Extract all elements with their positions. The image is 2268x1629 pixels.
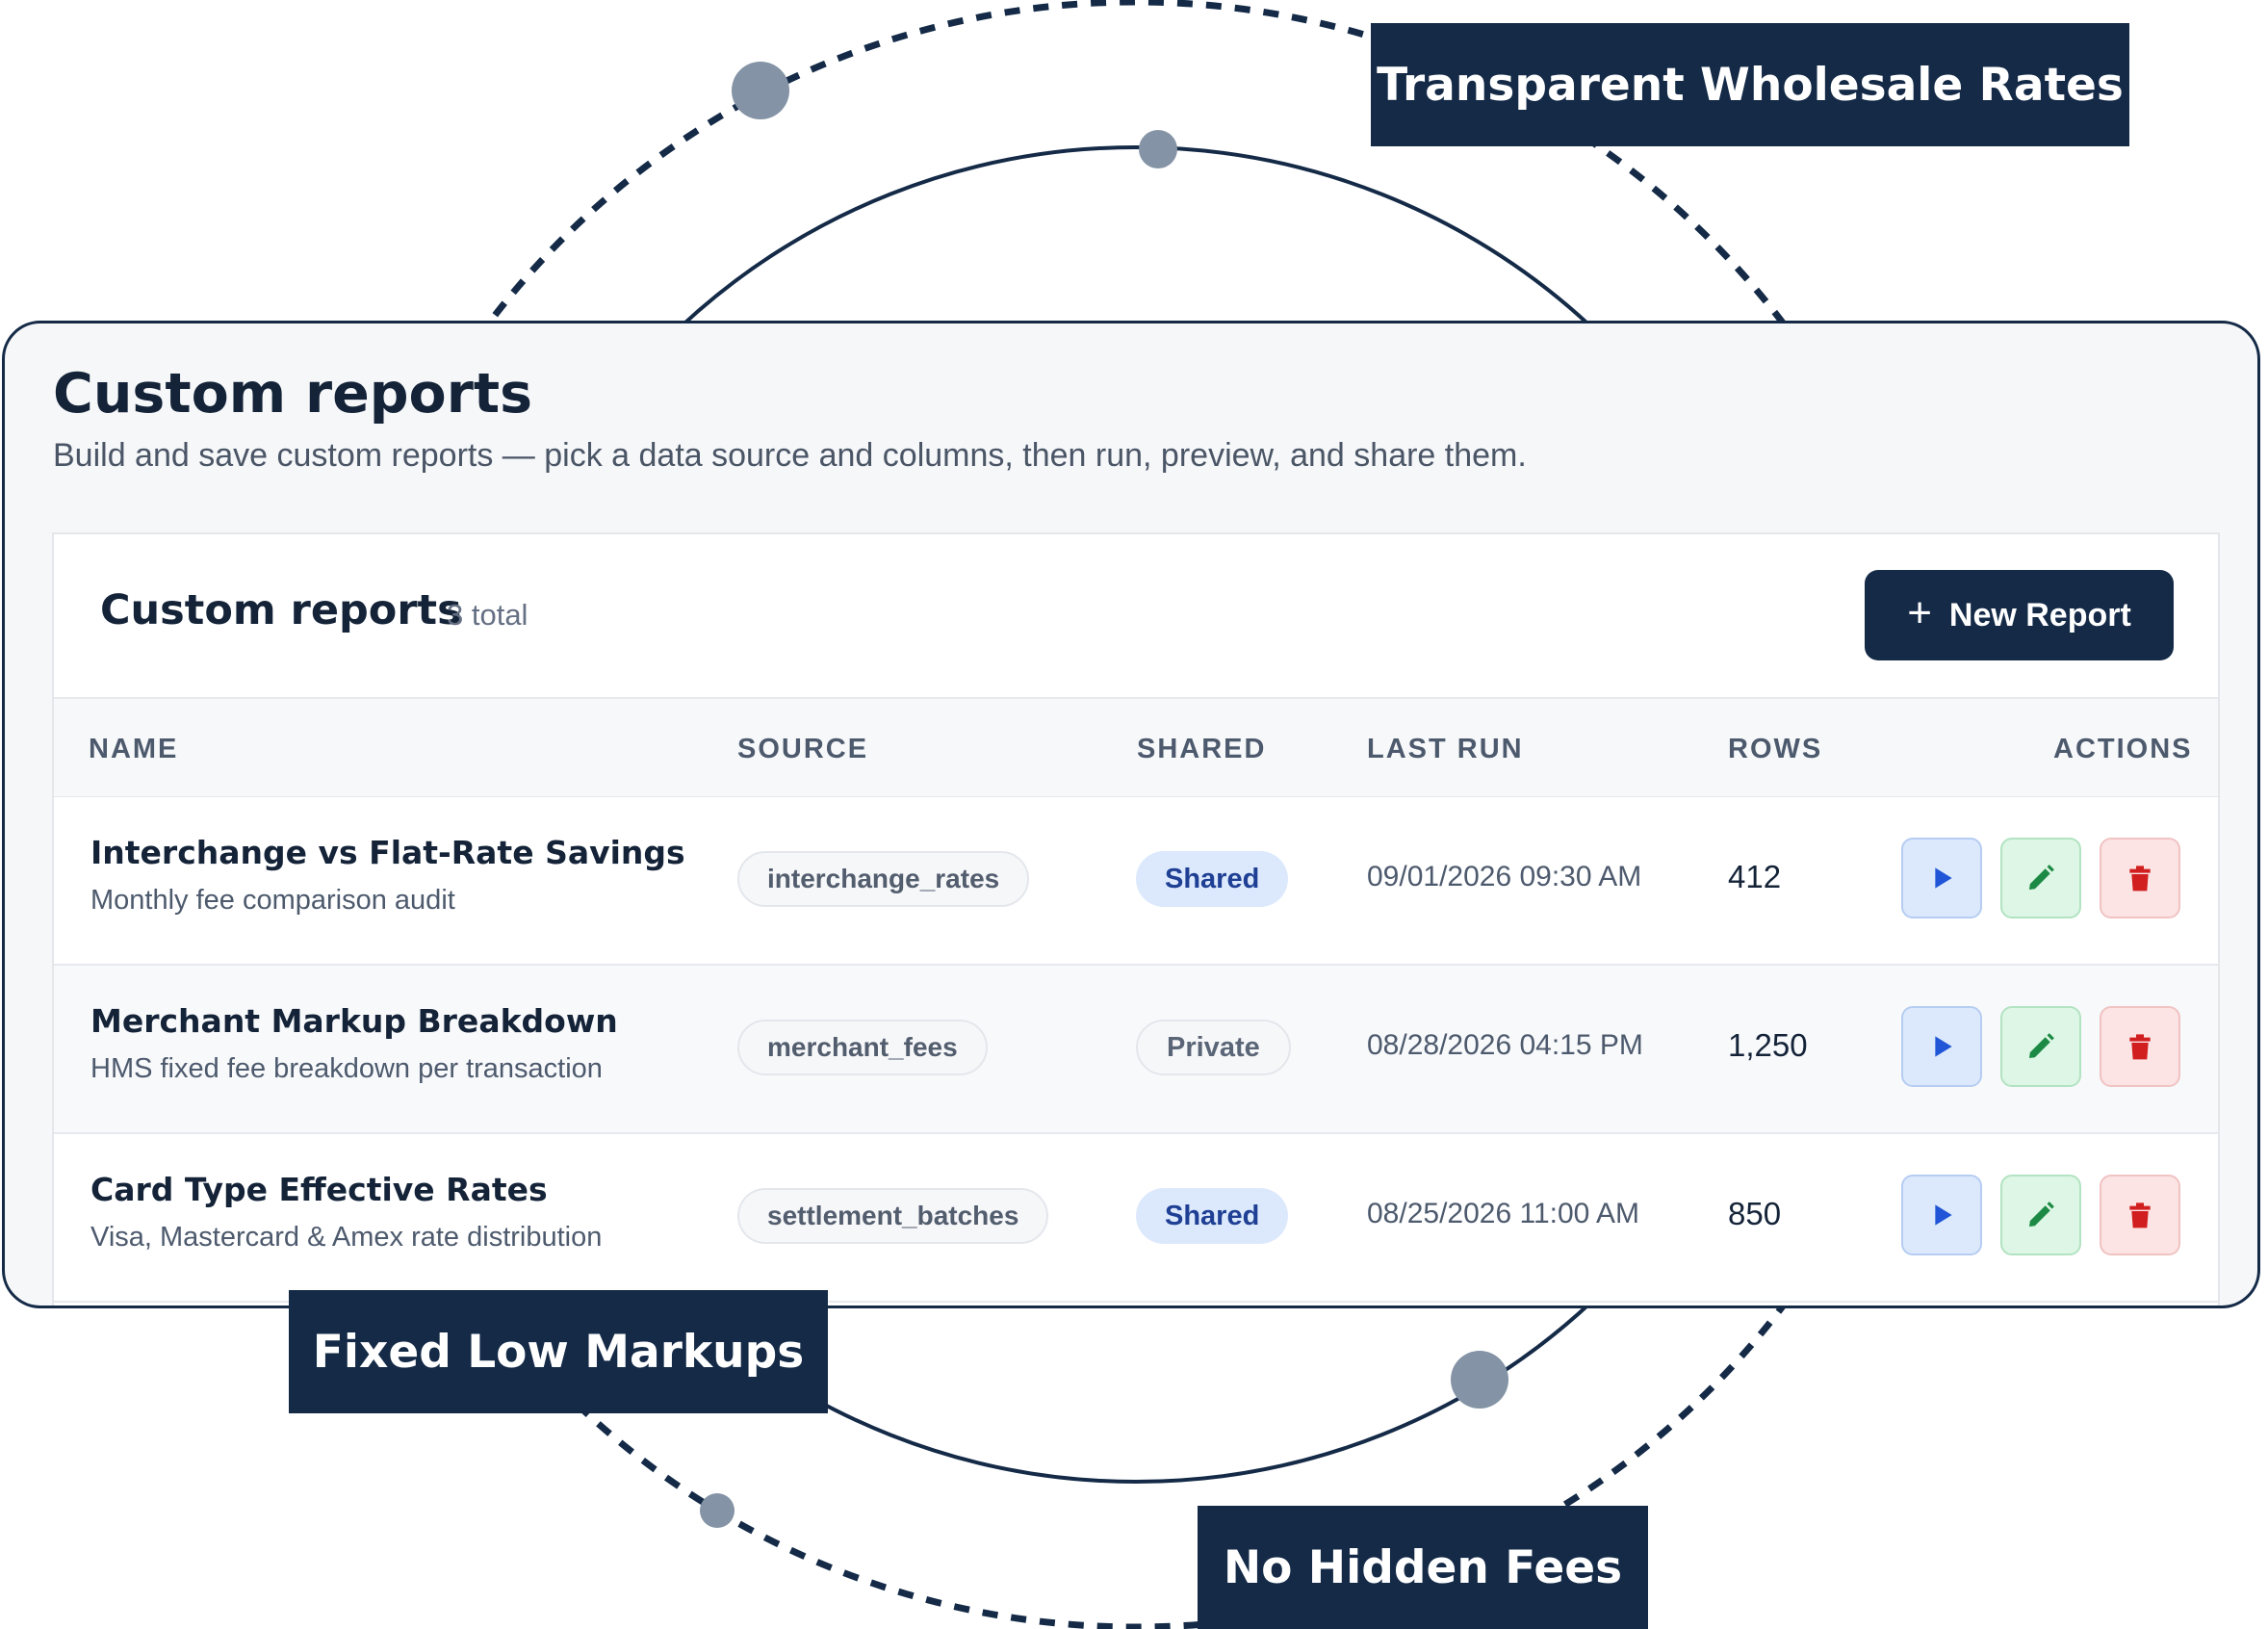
source-pill: settlement_batches — [737, 1188, 1049, 1244]
page-subtitle: Build and save custom reports — pick a d… — [53, 437, 1527, 474]
shared-badge: Private — [1136, 1020, 1291, 1075]
play-icon — [1935, 1204, 1952, 1226]
column-header-source[interactable]: SOURCE — [737, 734, 868, 765]
trash-icon — [2129, 1034, 2151, 1060]
orbit-dot — [1451, 1351, 1508, 1409]
table-header: NAME SOURCE SHARED LAST RUN ROWS ACTIONS — [54, 699, 2218, 798]
reports-panel: Custom reports 3 total + New Report NAME… — [52, 532, 2220, 1306]
pencil-icon — [2029, 1033, 2054, 1058]
pencil-icon — [2029, 1202, 2054, 1227]
run-report-button[interactable] — [1901, 1006, 1982, 1087]
row-actions — [1901, 1006, 2180, 1087]
last-run-timestamp: 08/28/2026 04:15 PM — [1367, 1029, 1643, 1061]
run-report-button[interactable] — [1901, 1175, 1982, 1255]
trash-icon — [2129, 866, 2151, 892]
shared-badge: Shared — [1136, 851, 1289, 907]
delete-report-button[interactable] — [2100, 1175, 2180, 1255]
row-actions — [1901, 1175, 2180, 1255]
report-name-cell: Card Type Effective Rates Visa, Masterca… — [90, 1171, 602, 1254]
column-header-actions: ACTIONS — [2053, 734, 2193, 764]
page-title: Custom reports — [53, 362, 532, 426]
report-description: Monthly fee comparison audit — [90, 885, 455, 916]
panel-header: Custom reports 3 total + New Report — [54, 534, 2218, 699]
trash-icon — [2129, 1202, 2151, 1228]
pencil-icon — [2029, 865, 2054, 890]
orbit-dot — [1139, 130, 1177, 168]
run-report-button[interactable] — [1901, 838, 1982, 918]
orbit-dot — [700, 1493, 735, 1528]
report-count: 3 total — [447, 598, 528, 632]
table-row[interactable]: Card Type Effective Rates Visa, Masterca… — [54, 1134, 2218, 1303]
edit-report-button[interactable] — [2000, 1006, 2081, 1087]
delete-report-button[interactable] — [2100, 838, 2180, 918]
edit-report-button[interactable] — [2000, 838, 2081, 918]
row-count: 412 — [1728, 859, 1782, 894]
row-count: 1,250 — [1728, 1027, 1808, 1063]
table-row[interactable]: Interchange vs Flat-Rate Savings Monthly… — [54, 797, 2218, 966]
shared-badge: Shared — [1136, 1188, 1289, 1244]
new-report-label: New Report — [1948, 596, 2131, 634]
report-description: Visa, Mastercard & Amex rate distributio… — [90, 1222, 603, 1253]
table-row[interactable]: Merchant Markup Breakdown HMS fixed fee … — [54, 966, 2218, 1134]
report-name-cell: Interchange vs Flat-Rate Savings Monthly… — [90, 834, 685, 917]
plus-icon: + — [1907, 589, 1932, 636]
source-pill: interchange_rates — [737, 851, 1030, 907]
column-header-last-run[interactable]: LAST RUN — [1367, 734, 1524, 765]
report-name[interactable]: Merchant Markup Breakdown — [90, 1002, 618, 1040]
column-header-shared[interactable]: SHARED — [1137, 734, 1266, 765]
report-description: HMS fixed fee breakdown per transaction — [90, 1053, 603, 1084]
report-name[interactable]: Card Type Effective Rates — [90, 1171, 602, 1208]
report-name[interactable]: Interchange vs Flat-Rate Savings — [90, 834, 685, 871]
custom-reports-window: Custom reports Build and save custom rep… — [2, 321, 2260, 1308]
orbit-dot — [732, 62, 789, 119]
callout-transparent-rates: Transparent Wholesale Rates — [1371, 23, 2129, 146]
column-header-name[interactable]: NAME — [89, 734, 178, 765]
panel-title: Custom reports — [100, 586, 462, 634]
last-run-timestamp: 08/25/2026 11:00 AM — [1367, 1198, 1640, 1229]
row-actions — [1901, 838, 2180, 918]
edit-report-button[interactable] — [2000, 1175, 2081, 1255]
play-icon — [1935, 1036, 1952, 1057]
last-run-timestamp: 09/01/2026 09:30 AM — [1367, 861, 1642, 892]
new-report-button[interactable]: + New Report — [1865, 570, 2174, 660]
callout-no-hidden-fees: No Hidden Fees — [1198, 1506, 1648, 1629]
play-icon — [1935, 867, 1952, 889]
source-pill: merchant_fees — [737, 1020, 988, 1075]
column-header-rows[interactable]: ROWS — [1728, 734, 1822, 765]
row-count: 850 — [1728, 1196, 1782, 1231]
report-name-cell: Merchant Markup Breakdown HMS fixed fee … — [90, 1002, 618, 1085]
delete-report-button[interactable] — [2100, 1006, 2180, 1087]
callout-fixed-markups: Fixed Low Markups — [289, 1290, 828, 1413]
